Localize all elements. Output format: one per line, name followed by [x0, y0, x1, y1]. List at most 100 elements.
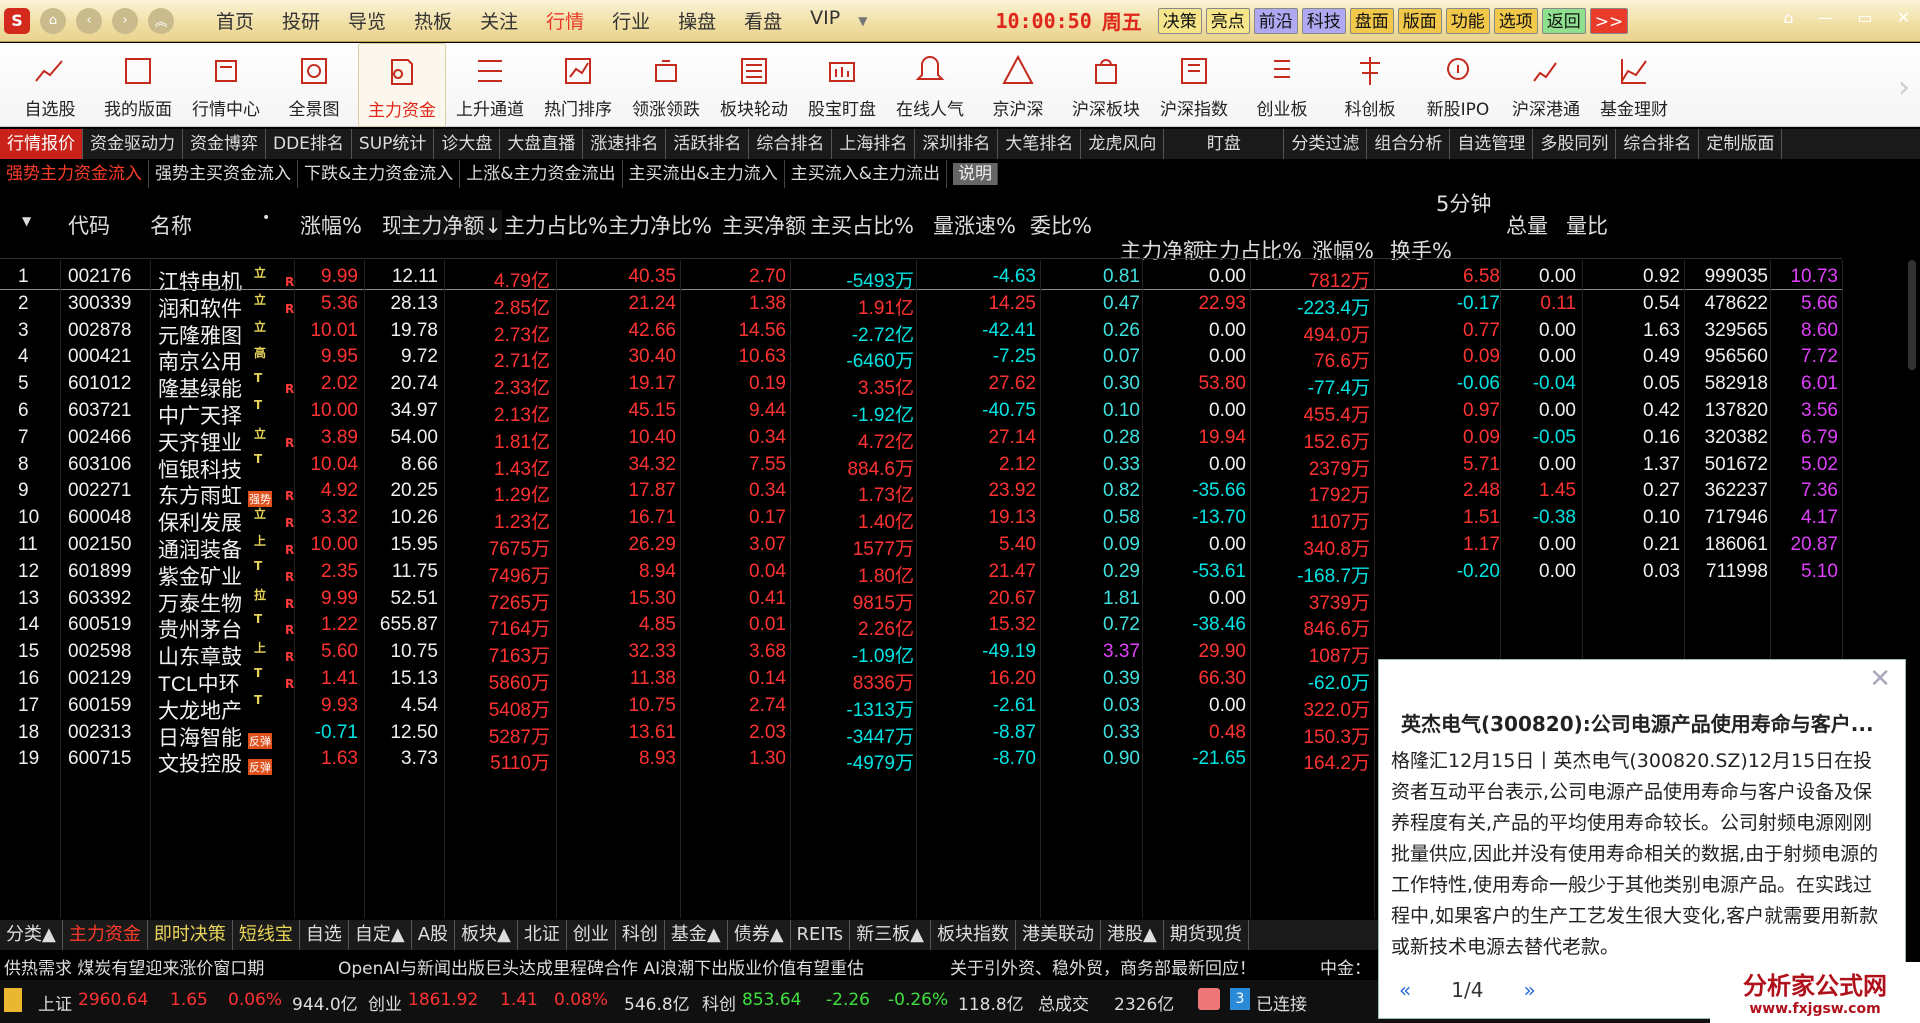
- bottom-tab-2[interactable]: 即时决策: [148, 920, 233, 950]
- bottom-tab-7[interactable]: 板块▲: [455, 920, 518, 950]
- ticker-item-1[interactable]: OpenAI与新闻出版巨头达成里程碑合作 AI浪潮下出版业价值有望重估: [338, 954, 864, 979]
- toolbar-7[interactable]: 领涨领跌: [622, 43, 710, 127]
- column-header-7[interactable]: 主买净额: [722, 210, 806, 240]
- toolbar-8[interactable]: 板块轮动: [710, 43, 798, 127]
- bottom-tab-11[interactable]: 基金▲: [665, 920, 728, 950]
- toolbar-3[interactable]: 全景图: [270, 43, 358, 127]
- quick-button-5[interactable]: 版面: [1397, 7, 1442, 34]
- explain-button[interactable]: 说明: [953, 163, 999, 185]
- stock-code[interactable]: 603721: [68, 400, 131, 422]
- tab-17[interactable]: 自选管理: [1450, 129, 1534, 159]
- table-row[interactable]: 13 603392 万泰生物拉 R 9.99 52.51 7265万 15.30 0.41 981…: [0, 584, 1842, 616]
- stock-code[interactable]: 603392: [68, 588, 131, 610]
- bottom-tab-1[interactable]: 主力资金: [63, 920, 148, 950]
- menu-item-4[interactable]: 关注: [466, 7, 532, 34]
- column-header-2[interactable]: 涨幅%: [300, 210, 362, 240]
- flow-tab-3[interactable]: 上涨&主力资金流出: [460, 160, 623, 188]
- skin-icon[interactable]: ⌂: [1783, 8, 1793, 27]
- ticker-item-2[interactable]: 关于引外资、稳外贸，商务部最新回应！: [950, 954, 1256, 979]
- tab-13[interactable]: 龙虎风向: [1081, 129, 1165, 159]
- menu-dropdown-icon[interactable]: ▼: [858, 14, 867, 28]
- scrollbar[interactable]: [1908, 260, 1916, 370]
- tab-20[interactable]: 定制版面: [1699, 129, 1783, 159]
- toolbar-0[interactable]: 自选股: [6, 43, 94, 127]
- toolbar-scroll-arrow-icon[interactable]: ›: [1898, 70, 1910, 105]
- tab-16[interactable]: 组合分析: [1367, 129, 1451, 159]
- quick-button-0[interactable]: 决策: [1157, 7, 1202, 34]
- menu-item-8[interactable]: 看盘: [730, 7, 796, 34]
- toolbar-18[interactable]: 基金理财: [1590, 43, 1678, 127]
- menu-item-2[interactable]: 导览: [334, 7, 400, 34]
- up-icon[interactable]: ︽: [148, 7, 174, 34]
- bottom-tab-8[interactable]: 北证: [518, 920, 567, 950]
- toolbar-2[interactable]: 行情中心: [182, 43, 270, 127]
- tab-9[interactable]: 综合排名: [749, 129, 833, 159]
- tab-4[interactable]: SUP统计: [352, 129, 435, 159]
- stock-code[interactable]: 002313: [68, 722, 131, 744]
- toolbar-10[interactable]: 在线人气: [886, 43, 974, 127]
- bottom-tab-15[interactable]: 板块指数: [931, 920, 1016, 950]
- stock-code[interactable]: 000421: [68, 346, 131, 368]
- flow-tab-4[interactable]: 主买流出&主力流入: [623, 160, 785, 188]
- stock-name[interactable]: 文投控股: [158, 748, 242, 778]
- stock-code[interactable]: 002129: [68, 668, 131, 690]
- toolbar-11[interactable]: 京沪深: [974, 43, 1062, 127]
- quick-button-8[interactable]: 返回: [1541, 7, 1586, 34]
- toolbar-6[interactable]: 热门排序: [534, 43, 622, 127]
- stock-code[interactable]: 601012: [68, 373, 131, 395]
- minimize-icon[interactable]: —: [1817, 8, 1833, 27]
- column-header-9[interactable]: 量涨速%: [933, 210, 1016, 240]
- close-icon[interactable]: ✕: [1897, 8, 1910, 27]
- quick-button-7[interactable]: 选项: [1493, 7, 1538, 34]
- table-row[interactable]: 8 603106 恒银科技 T 10.04 8.66 1.43亿 34.32 7.55 884.6…: [0, 450, 1842, 482]
- stock-code[interactable]: 600159: [68, 695, 131, 717]
- bottom-tab-5[interactable]: 自定▲: [349, 920, 412, 950]
- tab-8[interactable]: 活跃排名: [666, 129, 750, 159]
- stock-code[interactable]: 002176: [68, 266, 131, 288]
- bottom-tab-0[interactable]: 分类▲: [0, 920, 63, 950]
- bottom-tab-4[interactable]: 自选: [300, 920, 349, 950]
- table-row[interactable]: 7 002466 天齐锂业立 R 3.89 54.00 1.81亿 10.40 0.34 4.72…: [0, 423, 1842, 455]
- column-header-10[interactable]: 委比%: [1030, 210, 1092, 240]
- home-icon[interactable]: ⌂: [40, 7, 66, 34]
- bottom-tab-18[interactable]: 期货现货: [1164, 920, 1249, 950]
- menu-item-1[interactable]: 投研: [268, 7, 334, 34]
- menu-item-6[interactable]: 行业: [598, 7, 664, 34]
- column-header-15[interactable]: 总量: [1506, 210, 1548, 240]
- news-ticker[interactable]: 供热需求 煤炭有望迎来涨价窗口期 OpenAI与新闻出版巨头达成里程碑合作 AI浪…: [0, 951, 1380, 979]
- popup-title[interactable]: 英杰电气(300820):公司电源产品使用寿命与客户...: [1401, 708, 1901, 737]
- toolbar-9[interactable]: 股宝盯盘: [798, 43, 886, 127]
- toolbar-17[interactable]: 沪深港通: [1502, 43, 1590, 127]
- connection-status[interactable]: 已连接: [1256, 990, 1307, 1015]
- ticker-item-3[interactable]: 中金：: [1320, 954, 1371, 979]
- stock-code[interactable]: 600715: [68, 748, 131, 770]
- column-header-8[interactable]: 主买占比%: [810, 210, 914, 240]
- forward-icon[interactable]: ›: [112, 7, 138, 34]
- column-header-1[interactable]: 名称: [150, 210, 192, 240]
- tab-1[interactable]: 资金驱动力: [83, 129, 183, 159]
- toolbar-16[interactable]: 新股IPO: [1414, 43, 1502, 127]
- table-row[interactable]: 9 002271 东方雨虹 强势 R 4.92 20.25 1.29亿 17.87 0.34 1.7…: [0, 476, 1842, 508]
- toolbar-13[interactable]: 沪深指数: [1150, 43, 1238, 127]
- bottom-tab-3[interactable]: 短线宝: [233, 920, 300, 950]
- alert-icon[interactable]: [1198, 988, 1220, 1010]
- stock-code[interactable]: 002150: [68, 534, 131, 556]
- menu-item-5[interactable]: 行情: [532, 7, 598, 34]
- next-page-icon[interactable]: »: [1523, 978, 1535, 1002]
- tab-12[interactable]: 大笔排名: [998, 129, 1082, 159]
- quick-button-4[interactable]: 盘面: [1349, 7, 1394, 34]
- bottom-tab-16[interactable]: 港美联动: [1016, 920, 1101, 950]
- table-row[interactable]: 11 002150 通润装备上 R 10.00 15.95 7675万 26.29 3.07 15…: [0, 530, 1842, 562]
- tab-15[interactable]: 分类过滤: [1284, 129, 1368, 159]
- tab-7[interactable]: 涨速排名: [583, 129, 667, 159]
- tab-0[interactable]: 行情报价: [0, 129, 83, 159]
- flow-tab-0[interactable]: 强势主力资金流入: [0, 160, 149, 188]
- bottom-tab-12[interactable]: 债券▲: [728, 920, 791, 950]
- sort-dropdown-icon[interactable]: ▼: [22, 214, 31, 228]
- toolbar-15[interactable]: 科创板: [1326, 43, 1414, 127]
- menu-item-9[interactable]: VIP: [796, 7, 854, 34]
- restore-icon[interactable]: ▭: [1857, 8, 1872, 27]
- back-icon[interactable]: ‹: [76, 7, 102, 34]
- stock-code[interactable]: 002598: [68, 641, 131, 663]
- bottom-tab-13[interactable]: REITs: [791, 920, 851, 950]
